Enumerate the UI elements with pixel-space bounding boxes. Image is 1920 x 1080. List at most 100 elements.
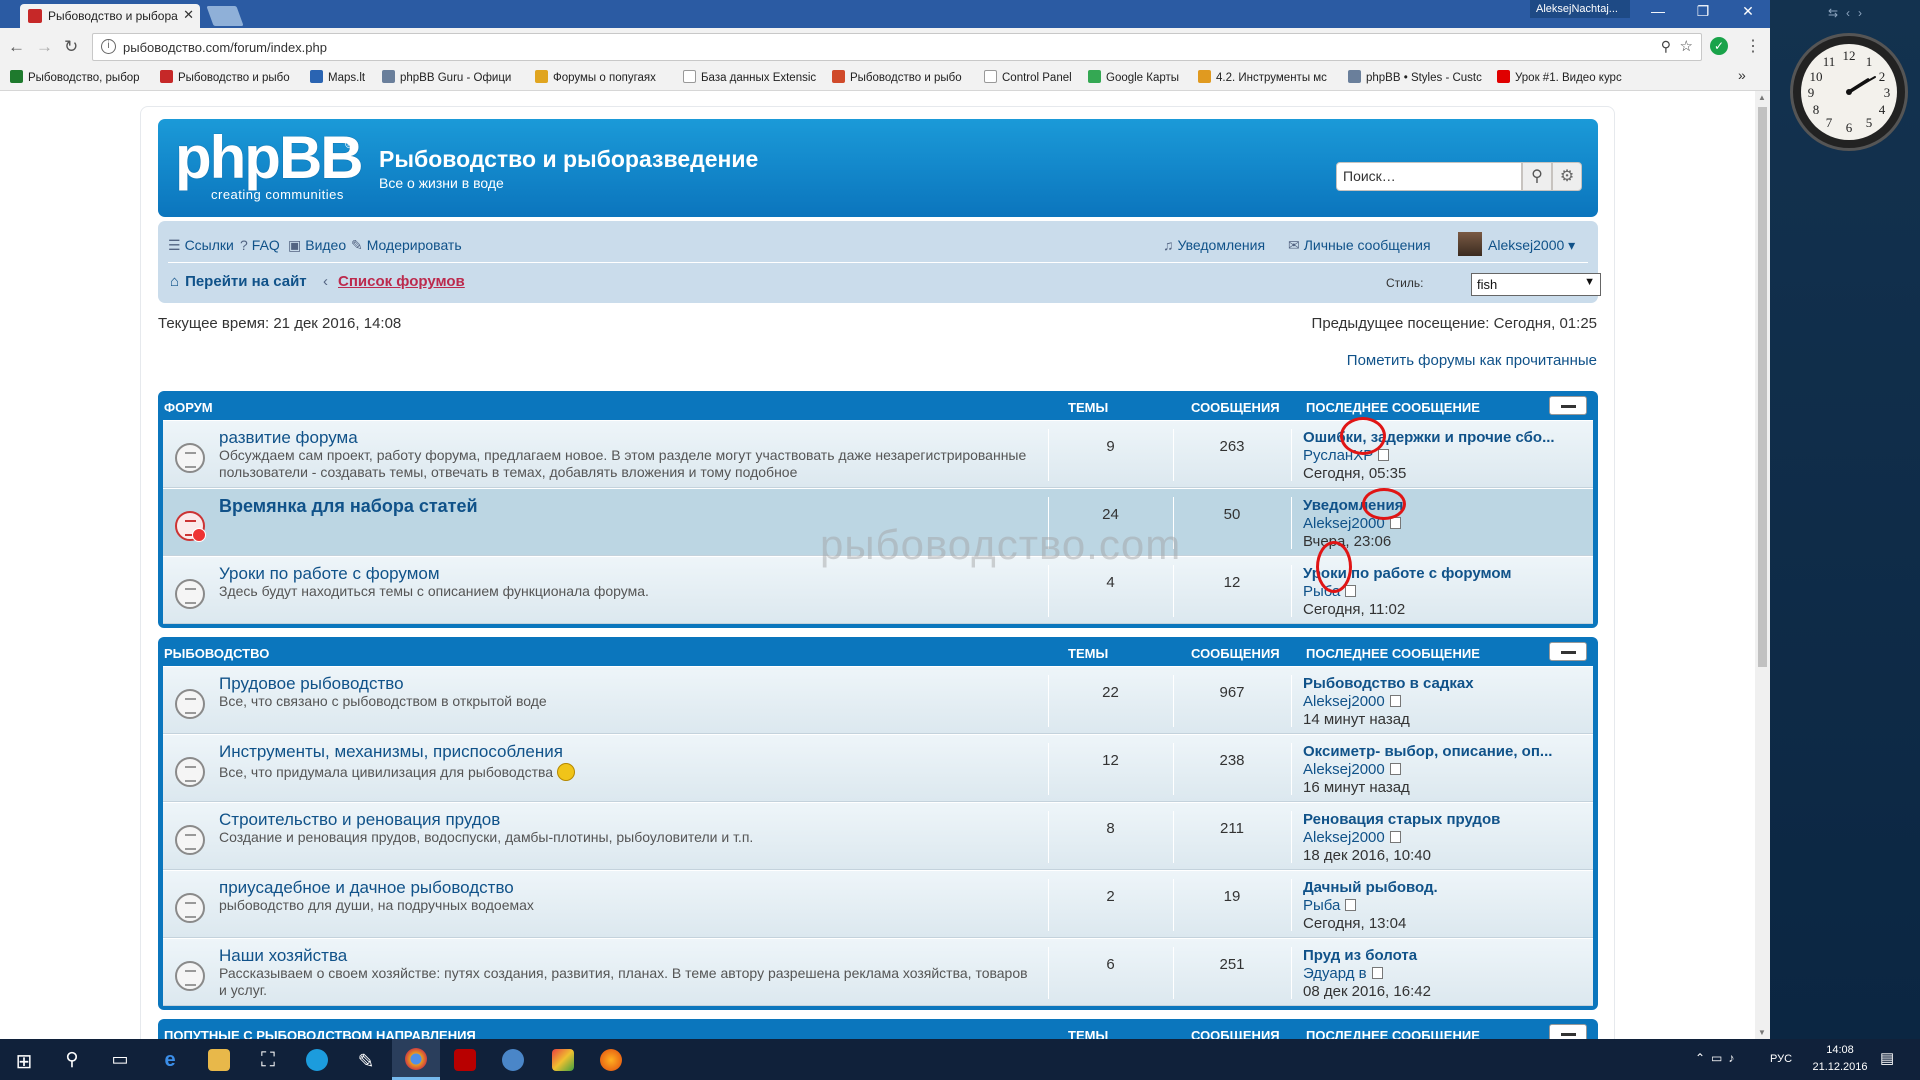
address-bar[interactable]: i рыбоводство.com/forum/index.php ⚲ ☆ (92, 33, 1702, 61)
new-tab-button[interactable] (206, 6, 244, 26)
collapse-button[interactable] (1549, 642, 1587, 661)
app-icon[interactable] (502, 1049, 524, 1071)
notifications-icon[interactable]: ▤ (1880, 1049, 1894, 1067)
bookmark-item[interactable]: Форумы о попугаях (535, 70, 656, 84)
goto-post-icon[interactable] (1345, 585, 1357, 597)
forum-title[interactable]: приусадебное и дачное рыбоводство (219, 878, 514, 898)
forum-title[interactable]: Времянка для набора статей (219, 496, 478, 517)
browser-menu-icon[interactable]: ⋮ (1745, 36, 1761, 56)
site-title[interactable]: Рыбоводство и рыборазведение (379, 146, 758, 173)
search-input[interactable]: Поиск… (1336, 162, 1522, 191)
clock-date[interactable]: 21.12.2016 (1810, 1061, 1870, 1073)
site-info-icon[interactable]: i (101, 39, 116, 54)
nav-user-menu[interactable]: Aleksej2000 ▾ (1458, 232, 1575, 256)
bookmark-item[interactable]: phpBB Guru - Офици (382, 70, 511, 84)
firefox-icon[interactable] (600, 1049, 622, 1071)
skype-icon[interactable] (306, 1049, 328, 1071)
goto-post-icon[interactable] (1389, 831, 1401, 843)
back-button[interactable]: ← (8, 37, 25, 57)
forum-title[interactable]: развитие форума (219, 428, 358, 448)
nav-video[interactable]: ▣ Видео (288, 237, 346, 254)
bookmark-item[interactable]: База данных Extensic (683, 70, 816, 84)
gadget-controls-icon[interactable]: ⇆‹› (1828, 6, 1870, 20)
goto-post-icon[interactable] (1371, 967, 1383, 979)
url-text[interactable]: рыбоводство.com/forum/index.php (123, 40, 327, 55)
forum-title[interactable]: Строительство и реновация прудов (219, 810, 500, 830)
close-window-button[interactable]: ✕ (1733, 3, 1763, 20)
forward-button[interactable]: → (36, 37, 53, 57)
scroll-down-icon[interactable]: ▼ (1758, 1028, 1766, 1037)
language-indicator[interactable]: РУС (1770, 1053, 1792, 1065)
browser-tab[interactable]: Рыбоводство и рыбора ✕ (20, 4, 200, 28)
zoom-icon[interactable]: ⚲ (1661, 38, 1671, 55)
bookmark-item[interactable]: Google Карты (1088, 70, 1179, 84)
bookmark-item[interactable]: Урок #1. Видео курс (1497, 70, 1622, 84)
breadcrumb-site-link[interactable]: ⌂ Перейти на сайт (170, 273, 307, 290)
paint-icon[interactable]: ✎ (354, 1049, 378, 1074)
nav-moderate[interactable]: ✎ Модерировать (351, 237, 462, 254)
app-icon[interactable] (552, 1049, 574, 1071)
bookmark-item[interactable]: Рыбоводство и рыбо (832, 70, 962, 84)
bookmark-item[interactable]: Рыбоводство, рыбор (10, 70, 140, 84)
file-explorer-icon[interactable] (208, 1049, 230, 1071)
bookmark-star-icon[interactable]: ☆ (1680, 37, 1693, 55)
reload-button[interactable]: ↻ (64, 37, 78, 57)
last-post-title[interactable]: Пруд из болота (1303, 947, 1417, 964)
page-scrollbar[interactable]: ▲ ▼ (1755, 91, 1770, 1039)
phpbb-logo[interactable]: phpBB ® creating communities (175, 128, 364, 203)
collapse-button[interactable] (1549, 396, 1587, 415)
minimize-button[interactable]: — (1643, 3, 1673, 19)
breadcrumb-forum-index[interactable]: Список форумов (338, 273, 465, 290)
extension-check-icon[interactable]: ✓ (1710, 37, 1728, 55)
last-post-author[interactable]: Aleksej2000 (1303, 829, 1401, 846)
edge-icon[interactable]: e (158, 1049, 182, 1072)
category-title[interactable]: ПОПУТНЫЕ С РЫБОВОДСТВОМ НАПРАВЛЕНИЯ (164, 1028, 476, 1039)
taskbar-active-app[interactable] (392, 1039, 440, 1080)
bookmark-item[interactable]: Control Panel (984, 70, 1072, 84)
bookmark-item[interactable]: 4.2. Инструменты мс (1198, 70, 1327, 84)
last-post-author[interactable]: Aleksej2000 (1303, 761, 1401, 778)
last-post-author[interactable]: Aleksej2000 (1303, 693, 1401, 710)
category-title[interactable]: ФОРУМ (164, 400, 213, 415)
collapse-button[interactable] (1549, 1024, 1587, 1039)
windows-start-icon[interactable]: ⊞ (12, 1049, 36, 1074)
advanced-search-button[interactable]: ⚙ (1552, 162, 1582, 191)
mark-forums-read-link[interactable]: Пометить форумы как прочитанные (1347, 352, 1597, 369)
search-icon[interactable]: ⚲ (60, 1049, 84, 1070)
scrollbar-thumb[interactable] (1758, 107, 1767, 667)
goto-post-icon[interactable] (1389, 695, 1401, 707)
bookmark-item[interactable]: Maps.lt (310, 70, 365, 84)
nav-notifications[interactable]: ♫ Уведомления (1163, 237, 1265, 253)
nav-links[interactable]: ☰ Ссылки (168, 237, 234, 254)
style-select[interactable]: fish ▼ (1471, 273, 1601, 296)
goto-post-icon[interactable] (1378, 449, 1390, 461)
maximize-button[interactable]: ❐ (1688, 3, 1718, 20)
category-title[interactable]: РЫБОВОДСТВО (164, 646, 269, 661)
bookmark-item[interactable]: phpBB • Styles - Custc (1348, 70, 1482, 84)
clock-gadget[interactable]: 12 1 2 3 4 5 6 7 8 9 10 11 (1790, 33, 1908, 151)
bookmark-item[interactable]: Рыбоводство и рыбо (160, 70, 290, 84)
forum-title[interactable]: Наши хозяйства (219, 946, 347, 966)
last-post-title[interactable]: Реновация старых прудов (1303, 811, 1500, 828)
last-post-author[interactable]: Рыба (1303, 897, 1357, 914)
search-button[interactable]: ⚲ (1522, 162, 1552, 191)
forum-title[interactable]: Уроки по работе с форумом (219, 564, 440, 584)
tab-close-icon[interactable]: ✕ (183, 7, 194, 23)
store-icon[interactable]: ⛶ (256, 1049, 280, 1072)
filezilla-icon[interactable] (454, 1049, 476, 1071)
goto-post-icon[interactable] (1345, 899, 1357, 911)
last-post-title[interactable]: Дачный рыбовод. (1303, 879, 1438, 896)
bookmarks-more-icon[interactable]: » (1738, 67, 1746, 83)
system-tray-icons[interactable]: ⌃▭♪ (1695, 1051, 1740, 1065)
window-profile-name[interactable]: AleksejNachtaj... (1530, 0, 1630, 18)
task-view-icon[interactable]: ▭ (108, 1049, 132, 1070)
forum-title[interactable]: Прудовое рыбоводство (219, 674, 404, 694)
nav-private-messages[interactable]: ✉ Личные сообщения (1288, 237, 1431, 254)
goto-post-icon[interactable] (1389, 763, 1401, 775)
scroll-up-icon[interactable]: ▲ (1758, 93, 1766, 102)
nav-faq[interactable]: ? FAQ (240, 237, 280, 253)
last-post-title[interactable]: Рыбоводство в садках (1303, 675, 1474, 692)
chrome-icon[interactable] (405, 1048, 427, 1070)
forum-title[interactable]: Инструменты, механизмы, приспособления (219, 742, 563, 762)
last-post-title[interactable]: Оксиметр- выбор, описание, оп... (1303, 743, 1552, 760)
